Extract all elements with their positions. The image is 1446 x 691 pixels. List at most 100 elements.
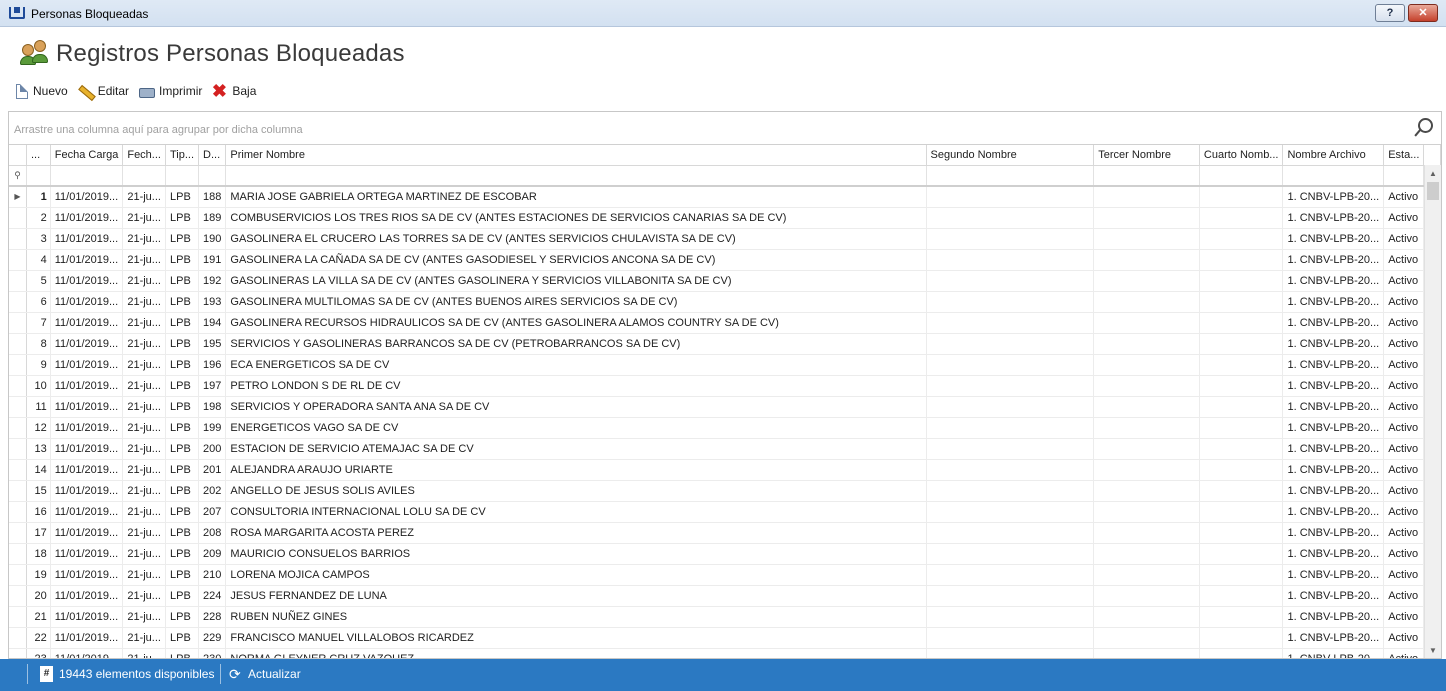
table-cell[interactable]: 210: [198, 564, 227, 586]
table-cell[interactable]: [926, 375, 1095, 397]
table-cell[interactable]: PETRO LONDON S DE RL DE CV: [225, 375, 927, 397]
table-cell[interactable]: GASOLINERA RECURSOS HIDRAULICOS SA DE CV…: [225, 312, 927, 334]
table-cell[interactable]: 11/01/2019...: [50, 354, 124, 376]
table-cell[interactable]: LPB: [165, 396, 200, 418]
table-cell[interactable]: 209: [198, 543, 227, 565]
table-cell[interactable]: 21-ju...: [122, 396, 166, 418]
table-cell[interactable]: 6: [26, 291, 51, 313]
table-cell[interactable]: RUBEN NUÑEZ GINES: [225, 606, 927, 628]
table-cell[interactable]: Activo: [1383, 270, 1425, 292]
row-indicator[interactable]: [9, 312, 27, 334]
table-cell[interactable]: [926, 312, 1095, 334]
table-cell[interactable]: 1. CNBV-LPB-20...: [1282, 333, 1385, 355]
table-cell[interactable]: 230: [198, 648, 227, 658]
table-cell[interactable]: 5: [26, 270, 51, 292]
filter-cell[interactable]: [122, 165, 166, 187]
table-cell[interactable]: 11/01/2019...: [50, 564, 124, 586]
table-cell[interactable]: 11/01/2019...: [50, 606, 124, 628]
filter-cell[interactable]: [1093, 165, 1200, 187]
table-cell[interactable]: [926, 333, 1095, 355]
table-cell[interactable]: 11/01/2019...: [50, 480, 124, 502]
table-cell[interactable]: 21-ju...: [122, 417, 166, 439]
table-cell[interactable]: 1. CNBV-LPB-20...: [1282, 543, 1385, 565]
row-indicator[interactable]: [9, 606, 27, 628]
table-cell[interactable]: [1093, 648, 1200, 658]
table-cell[interactable]: LPB: [165, 228, 200, 250]
table-cell[interactable]: [1093, 543, 1200, 565]
table-cell[interactable]: [1093, 585, 1200, 607]
table-cell[interactable]: 21-ju...: [122, 480, 166, 502]
table-cell[interactable]: [1093, 480, 1200, 502]
column-header[interactable]: Fecha Carga: [50, 145, 124, 166]
filter-cell[interactable]: [165, 165, 200, 187]
table-cell[interactable]: 1. CNBV-LPB-20...: [1282, 522, 1385, 544]
table-cell[interactable]: [1093, 375, 1200, 397]
table-cell[interactable]: 21-ju...: [122, 249, 166, 271]
column-header[interactable]: D...: [198, 145, 227, 166]
table-cell[interactable]: 1. CNBV-LPB-20...: [1282, 270, 1385, 292]
table-cell[interactable]: 1. CNBV-LPB-20...: [1282, 627, 1385, 649]
row-indicator[interactable]: [9, 501, 27, 523]
table-cell[interactable]: 21-ju...: [122, 564, 166, 586]
table-row[interactable]: 16 11/01/2019... 21-ju... LPB 207 CONSULTORIA…: [9, 501, 1441, 523]
table-cell[interactable]: [1199, 438, 1284, 460]
table-cell[interactable]: 21-ju...: [122, 543, 166, 565]
table-cell[interactable]: 11: [26, 396, 51, 418]
table-cell[interactable]: [926, 396, 1095, 418]
table-cell[interactable]: 21-ju...: [122, 627, 166, 649]
table-cell[interactable]: 11/01/2019...: [50, 501, 124, 523]
column-header[interactable]: ...: [26, 145, 51, 166]
table-cell[interactable]: LPB: [165, 627, 200, 649]
table-cell[interactable]: 208: [198, 522, 227, 544]
table-cell[interactable]: 21-ju...: [122, 438, 166, 460]
table-cell[interactable]: LPB: [165, 543, 200, 565]
table-cell[interactable]: Activo: [1383, 522, 1425, 544]
help-button[interactable]: ?: [1375, 4, 1405, 22]
table-cell[interactable]: 11/01/2019...: [50, 186, 124, 208]
table-cell[interactable]: 11/01/2019...: [50, 249, 124, 271]
table-cell[interactable]: 207: [198, 501, 227, 523]
filter-cell[interactable]: [225, 165, 927, 187]
table-cell[interactable]: 12: [26, 417, 51, 439]
table-cell[interactable]: 22: [26, 627, 51, 649]
column-header[interactable]: Fech...: [122, 145, 166, 166]
table-cell[interactable]: LPB: [165, 606, 200, 628]
table-cell[interactable]: LPB: [165, 291, 200, 313]
table-cell[interactable]: 1. CNBV-LPB-20...: [1282, 438, 1385, 460]
table-row[interactable]: 9 11/01/2019... 21-ju... LPB 196 ECA ENERGETI…: [9, 354, 1441, 376]
table-cell[interactable]: ROSA MARGARITA ACOSTA PEREZ: [225, 522, 927, 544]
table-cell[interactable]: ESTACION DE SERVICIO ATEMAJAC SA DE CV: [225, 438, 927, 460]
table-cell[interactable]: 201: [198, 459, 227, 481]
filter-cell[interactable]: [26, 165, 51, 187]
table-cell[interactable]: 21-ju...: [122, 333, 166, 355]
table-cell[interactable]: [1199, 501, 1284, 523]
table-row[interactable]: 21 11/01/2019... 21-ju... LPB 228 RUBEN NUÑEZ…: [9, 606, 1441, 628]
table-cell[interactable]: 198: [198, 396, 227, 418]
table-cell[interactable]: Activo: [1383, 207, 1425, 229]
table-cell[interactable]: [1093, 564, 1200, 586]
table-cell[interactable]: 190: [198, 228, 227, 250]
table-cell[interactable]: [1093, 312, 1200, 334]
table-cell[interactable]: [926, 543, 1095, 565]
table-cell[interactable]: MAURICIO CONSUELOS BARRIOS: [225, 543, 927, 565]
table-cell[interactable]: LPB: [165, 501, 200, 523]
table-row[interactable]: 5 11/01/2019... 21-ju... LPB 192 GASOLINERAS …: [9, 270, 1441, 292]
table-cell[interactable]: Activo: [1383, 606, 1425, 628]
table-cell[interactable]: [1093, 354, 1200, 376]
table-row[interactable]: 22 11/01/2019... 21-ju... LPB 229 FRANCISCO M…: [9, 627, 1441, 649]
filter-cell[interactable]: [50, 165, 124, 187]
row-indicator[interactable]: [9, 249, 27, 271]
table-cell[interactable]: [1199, 312, 1284, 334]
row-indicator[interactable]: [9, 543, 27, 565]
row-indicator[interactable]: [9, 459, 27, 481]
table-cell[interactable]: 20: [26, 585, 51, 607]
table-cell[interactable]: ANGELLO DE JESUS SOLIS AVILES: [225, 480, 927, 502]
table-cell[interactable]: [1199, 354, 1284, 376]
table-cell[interactable]: 11/01/2019...: [50, 522, 124, 544]
table-cell[interactable]: Activo: [1383, 585, 1425, 607]
column-header[interactable]: Tip...: [165, 145, 200, 166]
table-cell[interactable]: GASOLINERAS LA VILLA SA DE CV (ANTES GAS…: [225, 270, 927, 292]
table-row[interactable]: 20 11/01/2019... 21-ju... LPB 224 JESUS FERNA…: [9, 585, 1441, 607]
table-cell[interactable]: Activo: [1383, 375, 1425, 397]
table-cell[interactable]: [926, 564, 1095, 586]
